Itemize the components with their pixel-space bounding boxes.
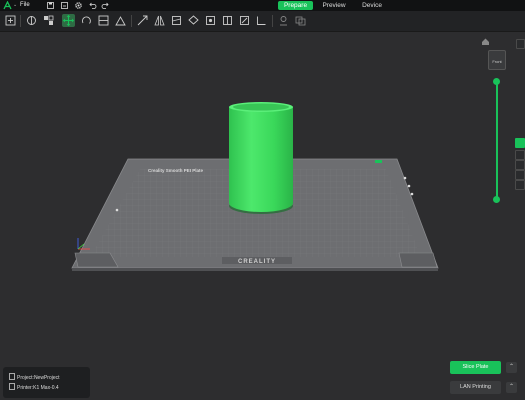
project-info-panel: Project:NewProject Printer:K1 Max-0.4: [3, 367, 90, 398]
app-logo-icon[interactable]: [3, 1, 13, 10]
save-icon[interactable]: [46, 1, 55, 10]
model-cylinder[interactable]: [229, 102, 293, 214]
project-name-row[interactable]: Project:NewProject: [9, 373, 60, 382]
tab-prepare[interactable]: Prepare: [278, 1, 313, 10]
view-cube[interactable]: Front: [488, 50, 506, 70]
move-icon[interactable]: [62, 14, 75, 27]
title-bar: ⌄ File Prepare Preview Device: [0, 0, 525, 11]
file-menu[interactable]: File: [20, 1, 30, 10]
support-icon[interactable]: [204, 14, 217, 27]
home-view-icon[interactable]: [481, 37, 490, 46]
grid-icon[interactable]: [515, 180, 525, 190]
add-plate-icon[interactable]: [25, 14, 38, 27]
printer-name: Printer:K1 Max-0.4: [17, 385, 59, 391]
measure-icon[interactable]: [255, 14, 268, 27]
cut-icon[interactable]: [170, 14, 183, 27]
bed-brand-text: CREALITY: [238, 259, 276, 265]
save-as-icon[interactable]: [60, 1, 69, 10]
settings-panel-icon[interactable]: [515, 150, 525, 160]
file-icon: [9, 373, 15, 380]
bed-plate-label: Creality Smooth PEI Plate: [148, 168, 204, 173]
undo-icon[interactable]: [88, 1, 97, 10]
collapse-panel-icon[interactable]: [516, 39, 525, 49]
assemble-icon[interactable]: [277, 14, 290, 27]
layer-slider-track[interactable]: [496, 82, 498, 200]
menu-chevron-icon[interactable]: ⌄: [13, 2, 17, 8]
gear-icon[interactable]: [74, 1, 83, 10]
redo-icon[interactable]: [101, 1, 110, 10]
layout-icon[interactable]: [97, 14, 110, 27]
filament-icon[interactable]: [515, 160, 525, 170]
print-settings-icon[interactable]: [515, 170, 525, 180]
object-list-icon[interactable]: [515, 138, 525, 148]
add-object-icon[interactable]: [4, 14, 17, 27]
mirror-icon[interactable]: [153, 14, 166, 27]
orient-icon[interactable]: [114, 14, 127, 27]
auto-arrange-icon[interactable]: [42, 14, 55, 27]
print-options-chevron-icon[interactable]: ⌃: [506, 382, 517, 393]
paint-icon[interactable]: [238, 14, 251, 27]
slice-plate-button[interactable]: Slice Plate: [450, 361, 501, 374]
printer-icon: [9, 383, 15, 390]
project-name: Project:NewProject: [17, 375, 60, 381]
tab-device[interactable]: Device: [356, 1, 388, 10]
layer-slider-top-handle[interactable]: [493, 78, 500, 85]
slice-options-chevron-icon[interactable]: ⌃: [506, 362, 517, 373]
main-toolbar: [0, 11, 525, 32]
printer-row[interactable]: Printer:K1 Max-0.4: [9, 383, 59, 392]
tab-preview[interactable]: Preview: [318, 1, 350, 10]
boolean-icon[interactable]: [294, 14, 307, 27]
rotate-icon[interactable]: [80, 14, 93, 27]
view-cube-label: Front: [492, 59, 502, 64]
lan-printing-button[interactable]: LAN Printing: [450, 381, 501, 394]
3d-viewport[interactable]: CREALITY Creality Smooth PEI Plate Front: [0, 31, 525, 400]
scene-canvas[interactable]: CREALITY Creality Smooth PEI Plate: [0, 31, 525, 400]
seam-icon[interactable]: [221, 14, 234, 27]
layer-slider-bottom-handle[interactable]: [493, 196, 500, 203]
split-icon[interactable]: [187, 14, 200, 27]
scale-icon[interactable]: [136, 14, 149, 27]
